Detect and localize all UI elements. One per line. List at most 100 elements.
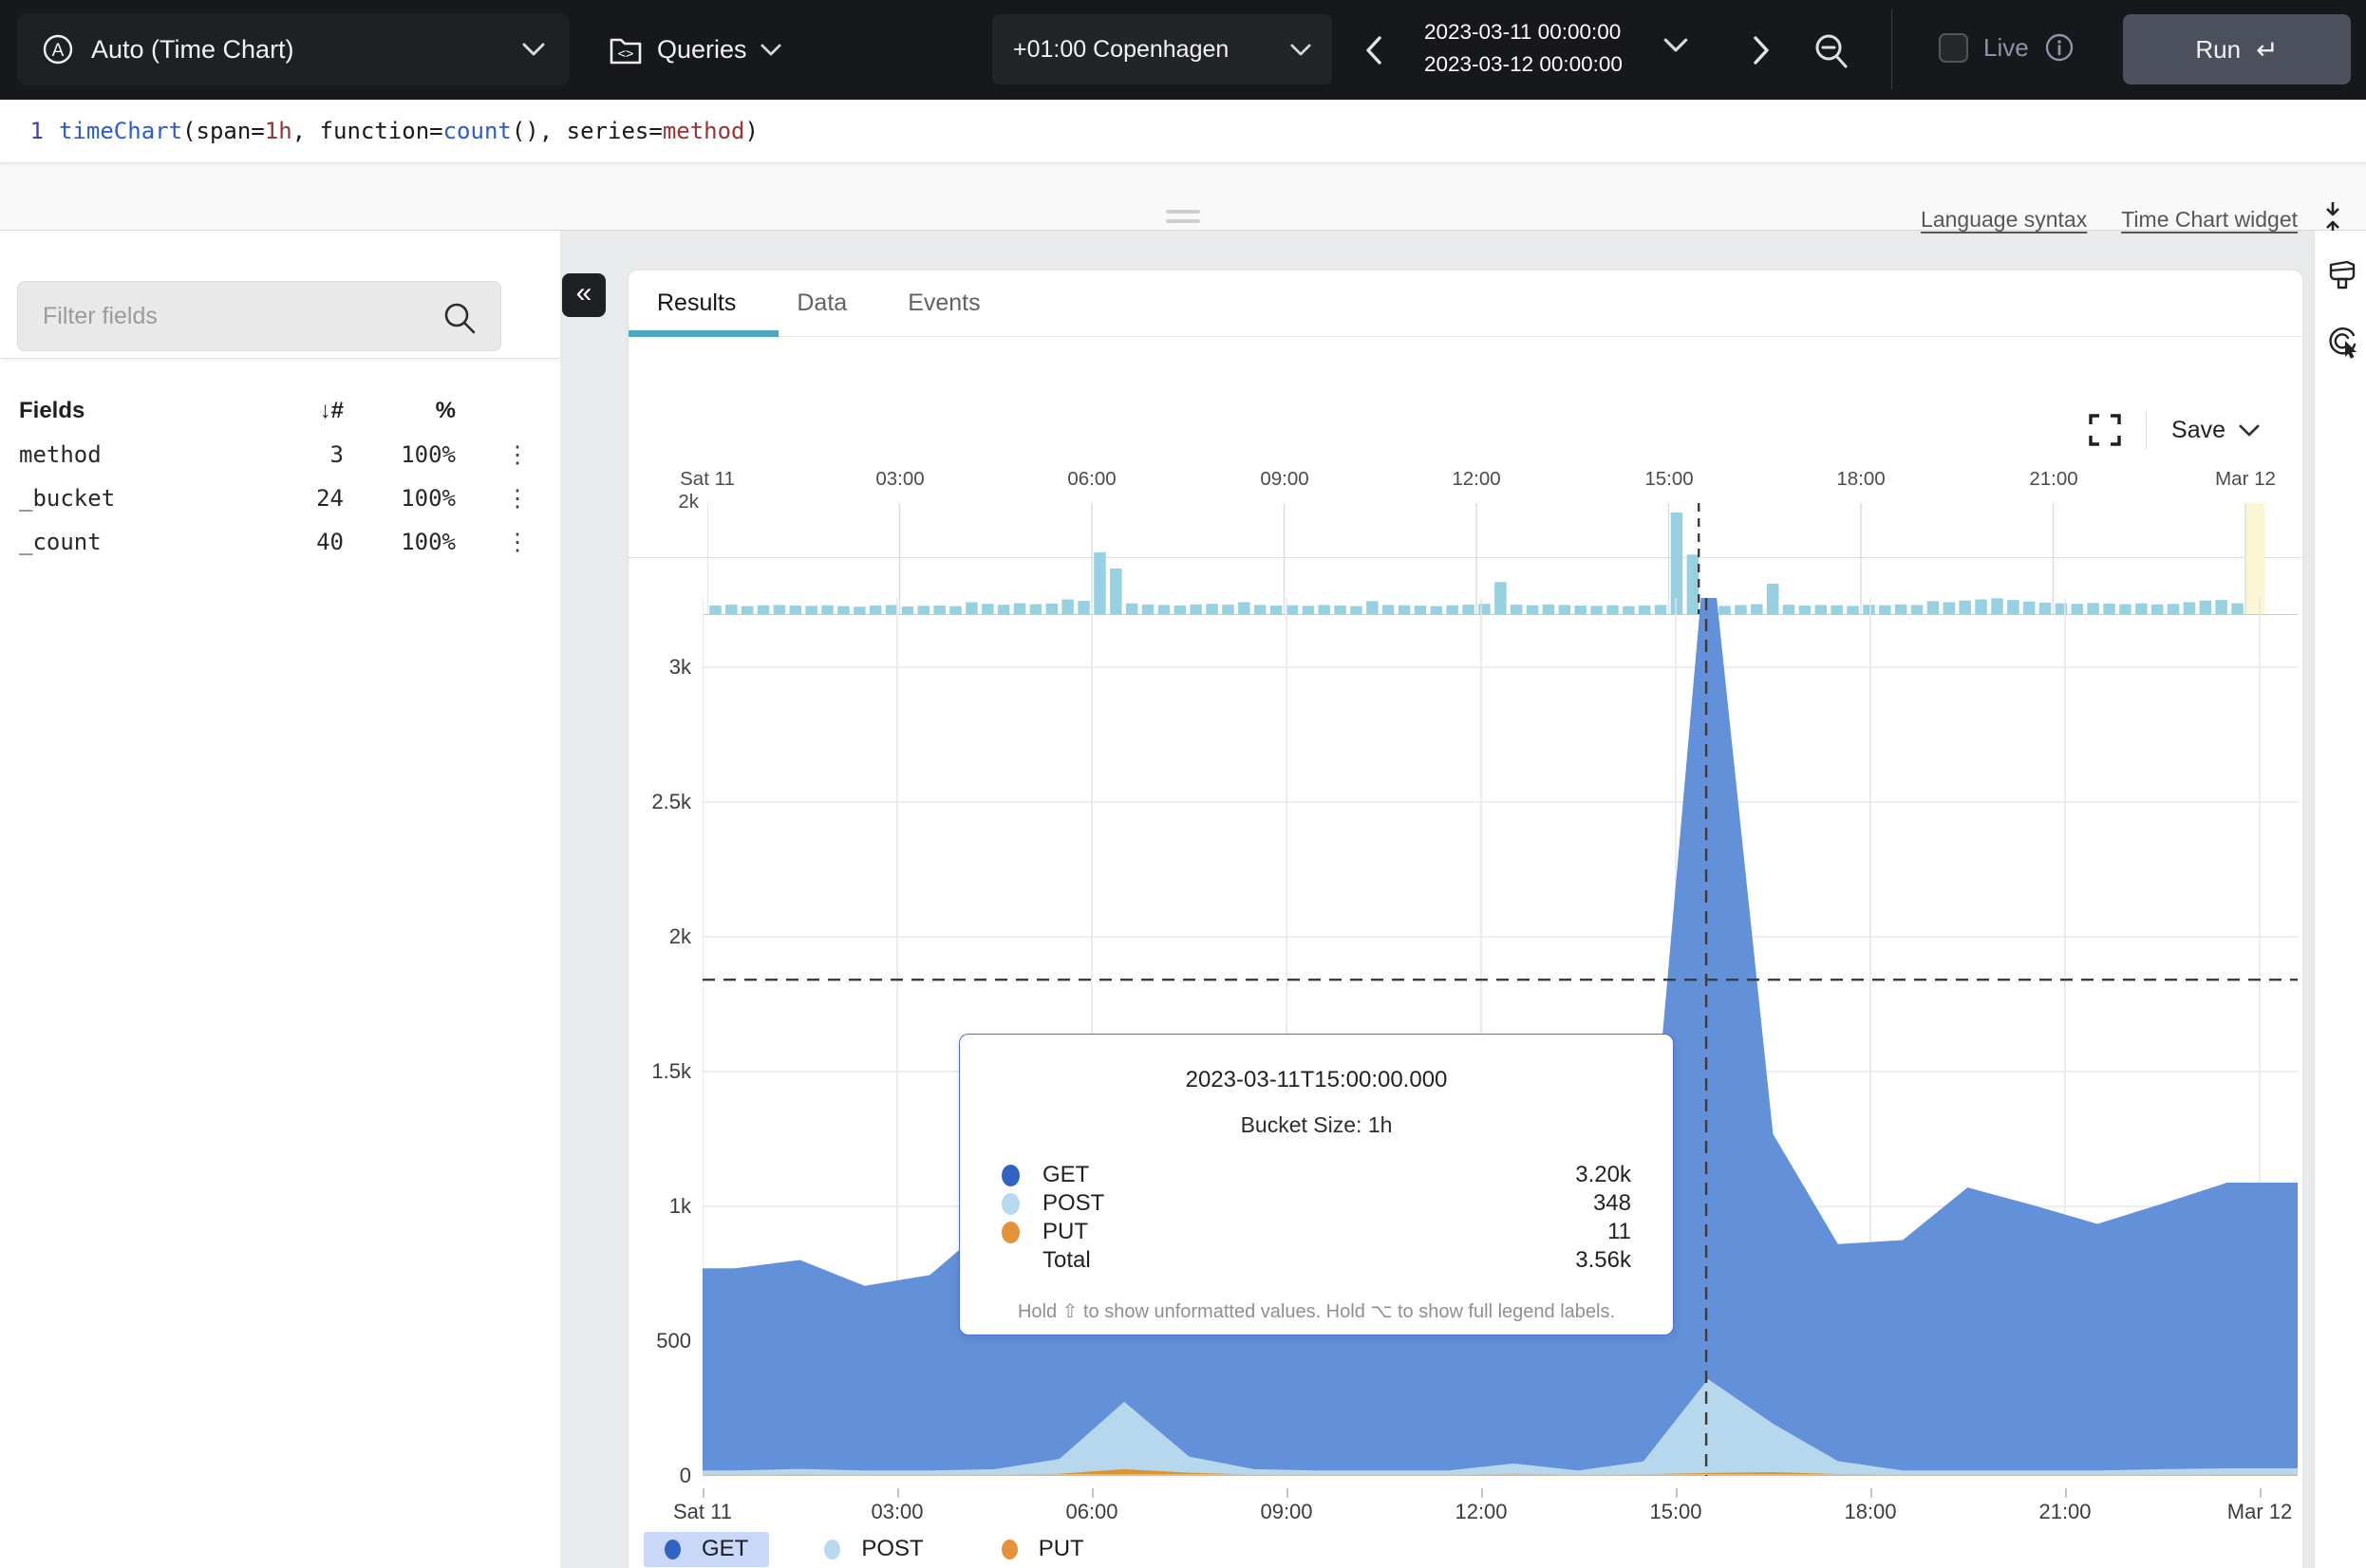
field-filter-section bbox=[0, 231, 560, 359]
language-syntax-link[interactable]: Language syntax bbox=[1921, 207, 2087, 233]
resize-drag-handle[interactable] bbox=[1166, 210, 1200, 229]
collapse-sidebar-button[interactable]: « bbox=[562, 273, 606, 317]
histogram-x-tick: 18:00 bbox=[1836, 468, 1885, 491]
run-button[interactable]: Run ↵ bbox=[2123, 14, 2351, 84]
save-dropdown[interactable]: Save bbox=[2171, 417, 2260, 444]
fields-percent-header[interactable]: % bbox=[344, 398, 456, 424]
tooltip-bucket-size: Bucket Size: 1h bbox=[1002, 1112, 1631, 1138]
sort-descending-icon: ↓ bbox=[320, 398, 331, 423]
topbar-divider bbox=[1891, 9, 1892, 90]
live-checkbox[interactable] bbox=[1939, 33, 1968, 63]
time-chart-y-tick: 0 bbox=[629, 1464, 691, 1488]
fields-count-header[interactable]: ↓# bbox=[256, 398, 344, 424]
timezone-dropdown[interactable]: +01:00 Copenhagen bbox=[992, 14, 1332, 84]
field-row-_count[interactable]: _count40100%⋮ bbox=[0, 520, 560, 564]
enter-key-icon: ↵ bbox=[2256, 34, 2278, 65]
top-bar: A Auto (Time Chart) <> Queries +01:00 Co… bbox=[0, 0, 2366, 100]
series-dot-icon bbox=[1002, 1540, 1018, 1559]
time-chart-x-tick: Mar 12 bbox=[2227, 1500, 2292, 1524]
results-tabs: Results Data Events bbox=[629, 271, 2302, 337]
time-back-button[interactable] bbox=[1360, 28, 1388, 71]
filter-fields-input[interactable] bbox=[17, 281, 501, 351]
results-panel: Results Data Events Save 2k Sat 1103:0006:… bbox=[629, 271, 2302, 1568]
series-dot-icon bbox=[1002, 1165, 1020, 1186]
histogram-x-tick: 06:00 bbox=[1067, 468, 1116, 491]
field-name: method bbox=[19, 441, 256, 468]
field-row-_bucket[interactable]: _bucket24100% ⋮ bbox=[0, 476, 560, 520]
time-forward-button[interactable] bbox=[1747, 28, 1775, 71]
histogram-ymax-label: 2k bbox=[636, 491, 699, 513]
tooltip-series-value: 11 bbox=[1607, 1219, 1631, 1245]
kebab-menu-icon[interactable]: ⋮ bbox=[494, 528, 541, 556]
live-label: Live bbox=[1983, 33, 2029, 63]
tooltip-series-label: POST bbox=[1042, 1190, 1593, 1217]
time-chart-x-tick: 18:00 bbox=[1844, 1500, 1896, 1524]
tooltip-row-total: Total3.56k bbox=[1002, 1246, 1631, 1275]
fullscreen-icon bbox=[2089, 414, 2121, 446]
time-chart-x-tick: 15:00 bbox=[1649, 1500, 1701, 1524]
time-chart-y-tick: 2.5k bbox=[629, 790, 691, 814]
svg-text:A: A bbox=[52, 41, 65, 61]
fields-header-label: Fields bbox=[19, 398, 256, 424]
interactive-mode-button[interactable] bbox=[2326, 324, 2360, 360]
fields-sidebar: Fields ↓# % method3100%⋮_bucket24100%⋮_c… bbox=[0, 231, 560, 1568]
field-name: _count bbox=[19, 529, 256, 555]
view-selector-label: Auto (Time Chart) bbox=[91, 35, 522, 65]
field-name: _bucket bbox=[19, 485, 256, 512]
time-chart-x-tick: 12:00 bbox=[1455, 1500, 1507, 1524]
query-editor[interactable]: 1 timeChart(span=1h, function=count(), s… bbox=[0, 100, 2366, 163]
legend-item-put[interactable]: PUT bbox=[981, 1532, 1105, 1567]
kebab-menu-icon[interactable]: ⋮ bbox=[494, 484, 541, 513]
fields-rows: method3100%⋮_bucket24100%⋮_count40100%⋮ bbox=[0, 433, 560, 564]
tab-data[interactable]: Data bbox=[797, 289, 847, 317]
field-percent: 100% bbox=[344, 529, 456, 555]
time-chart-widget-link[interactable]: Time Chart widget bbox=[2121, 207, 2298, 233]
chevron-left-icon bbox=[1366, 36, 1381, 65]
style-brush-button[interactable] bbox=[2326, 259, 2358, 297]
auto-view-icon: A bbox=[42, 33, 74, 65]
chevron-right-icon bbox=[1754, 36, 1769, 65]
chevron-down-icon bbox=[760, 44, 781, 56]
view-selector-dropdown[interactable]: A Auto (Time Chart) bbox=[17, 13, 570, 85]
legend-item-get[interactable]: GET bbox=[644, 1532, 769, 1567]
chart-legend: GET POST PUT bbox=[644, 1530, 1105, 1568]
histogram-x-axis: Sat 1103:0006:0009:0012:0015:0018:0021:0… bbox=[707, 468, 2264, 493]
series-dot-icon bbox=[1002, 1193, 1020, 1215]
field-count: 3 bbox=[256, 441, 344, 468]
actions-divider bbox=[2146, 411, 2147, 449]
chevron-down-icon bbox=[2239, 424, 2260, 437]
field-percent: 100% bbox=[344, 485, 456, 512]
tooltip-footnote: Hold ⇧ to show unformatted values. Hold … bbox=[1002, 1299, 1631, 1323]
histogram-x-tick: Mar 12 bbox=[2215, 468, 2276, 491]
kebab-menu-icon[interactable]: ⋮ bbox=[494, 440, 541, 469]
query-code[interactable]: timeChart(span=1h, function=count(), ser… bbox=[59, 118, 759, 144]
save-label: Save bbox=[2171, 417, 2225, 444]
tab-events[interactable]: Events bbox=[908, 289, 980, 317]
queries-dropdown[interactable]: <> Queries bbox=[608, 0, 781, 100]
search-icon bbox=[442, 301, 477, 335]
time-chart-y-tick: 500 bbox=[629, 1329, 691, 1353]
fullscreen-button[interactable] bbox=[2089, 414, 2121, 446]
zoom-out-button[interactable] bbox=[1812, 31, 1851, 71]
legend-label: PUT bbox=[1039, 1536, 1084, 1562]
run-label: Run bbox=[2195, 35, 2241, 65]
histogram-x-tick: 12:00 bbox=[1452, 468, 1500, 491]
field-row-method[interactable]: method3100%⋮ bbox=[0, 433, 560, 476]
queries-label: Queries bbox=[657, 35, 747, 65]
chevron-down-icon bbox=[1663, 38, 1688, 52]
chart-tooltip: 2023-03-11T15:00:00.000 Bucket Size: 1h … bbox=[959, 1034, 1674, 1335]
zoom-out-icon bbox=[1812, 31, 1851, 71]
tab-results[interactable]: Results bbox=[657, 289, 736, 317]
tooltip-series-label: Total bbox=[1042, 1247, 1575, 1274]
help-links: Language syntax Time Chart widget bbox=[1921, 207, 2298, 233]
legend-item-post[interactable]: POST bbox=[803, 1532, 944, 1567]
field-count: 24 bbox=[256, 485, 344, 512]
time-range-display[interactable]: 2023-03-11 00:00:00 2023-03-12 00:00:00 bbox=[1424, 16, 1623, 81]
tooltip-series-label: PUT bbox=[1042, 1219, 1607, 1245]
time-range-dropdown[interactable] bbox=[1663, 38, 1688, 52]
code-token: (span= bbox=[182, 118, 265, 144]
series-dot-icon bbox=[824, 1540, 840, 1559]
time-range-start: 2023-03-11 00:00:00 bbox=[1424, 16, 1623, 48]
series-dot-icon bbox=[1002, 1222, 1020, 1243]
info-icon[interactable] bbox=[2044, 32, 2075, 63]
